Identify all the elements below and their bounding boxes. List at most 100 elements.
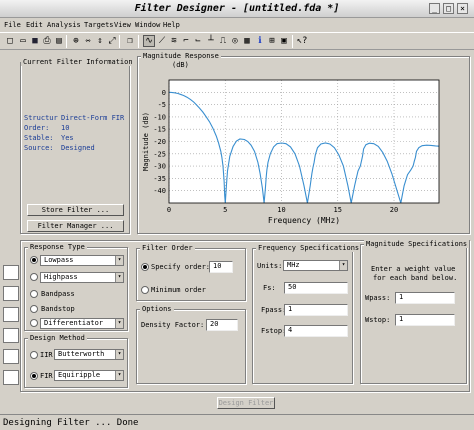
fs-input[interactable]: 50: [284, 282, 348, 294]
menu-window[interactable]: Window: [135, 21, 160, 29]
specify-order-radio[interactable]: [141, 263, 149, 271]
coefficients-icon[interactable]: ▦: [241, 35, 253, 47]
y-tick-label: -25: [153, 150, 166, 158]
lowpass-combo[interactable]: Lowpass ▾: [40, 255, 124, 266]
maximize-button[interactable]: □: [443, 3, 454, 14]
highpass-radio[interactable]: [30, 273, 38, 281]
title-bar: Filter Designer - [untitled.fda *] _ □ ×: [0, 0, 474, 18]
fir-radio[interactable]: [30, 372, 38, 380]
phase-delay-icon[interactable]: ⌙: [192, 35, 204, 47]
minimize-button[interactable]: _: [429, 3, 440, 14]
copy-icon[interactable]: ❐: [124, 35, 136, 47]
pole-zero-icon[interactable]: ◎: [229, 35, 241, 47]
import-side-icon[interactable]: [3, 328, 19, 343]
magnitude-phase-icon[interactable]: ≋: [168, 35, 180, 47]
zoom-x-icon[interactable]: ⇿: [82, 35, 94, 47]
bandstop-label: Bandstop: [41, 305, 75, 313]
phase-icon[interactable]: ⟋: [156, 35, 168, 47]
bandstop-radio[interactable]: [30, 305, 38, 313]
fir-method-combo[interactable]: Equiripple ▾: [54, 370, 124, 381]
structure-value: Direct-Form FIR: [61, 114, 125, 122]
specify-order-label: Specify order:: [151, 263, 211, 271]
magnitude-subtitle: (dB): [172, 61, 189, 69]
store-filter-button[interactable]: Store Filter ...: [27, 204, 124, 216]
y-axis-label: Magnitude (dB): [142, 112, 150, 171]
bandpass-radio[interactable]: [30, 290, 38, 298]
wstop-label: Wstop:: [365, 316, 391, 324]
filter-manager-button[interactable]: Filter Manager ...: [27, 220, 124, 232]
zoom-in-icon[interactable]: ⊕: [70, 35, 82, 47]
quantization-icon[interactable]: ⊞: [266, 35, 278, 47]
magnitude-response-title: Magnitude Response: [141, 52, 221, 60]
chevron-down-icon: ▾: [115, 256, 123, 265]
zoom-y-icon[interactable]: ⇕: [94, 35, 106, 47]
save-icon[interactable]: ■: [29, 35, 41, 47]
options-title: Options: [140, 305, 174, 313]
information-icon[interactable]: ℹ: [254, 35, 266, 47]
iir-radio[interactable]: [30, 351, 38, 359]
source-value: Designed: [61, 144, 95, 152]
chevron-down-icon: ▾: [115, 319, 123, 328]
whats-this-icon[interactable]: ↖?: [296, 35, 308, 47]
status-bar: Designing Filter ... Done: [0, 414, 474, 430]
response-type-title: Response Type: [28, 243, 87, 251]
wpass-label: Wpass:: [365, 294, 391, 302]
menu-targets[interactable]: Targets: [84, 21, 114, 29]
step-response-icon[interactable]: ⎍: [217, 35, 229, 47]
magnitude-icon[interactable]: ∿: [143, 35, 155, 47]
lowpass-radio[interactable]: [30, 256, 38, 264]
order-label: Order:: [24, 124, 50, 132]
x-axis-label: Frequency (MHz): [268, 216, 340, 225]
quantization-side-icon[interactable]: [3, 307, 19, 322]
fpass-input[interactable]: 1: [284, 304, 348, 316]
transform-side-icon[interactable]: [3, 286, 19, 301]
impulse-response-icon[interactable]: ┴: [205, 35, 217, 47]
bandpass-label: Bandpass: [41, 290, 75, 298]
minimum-order-radio[interactable]: [141, 286, 149, 294]
y-tick-label: 0: [162, 89, 166, 97]
chevron-down-icon: ▾: [115, 350, 123, 359]
weight-note-line1: Enter a weight value: [371, 265, 456, 273]
menu-view[interactable]: View: [114, 21, 131, 29]
new-file-icon[interactable]: □: [4, 35, 16, 47]
export-icon[interactable]: ▣: [278, 35, 290, 47]
fstop-input[interactable]: 4: [284, 325, 348, 337]
x-tick-label: 5: [223, 206, 227, 214]
x-tick-label: 10: [277, 206, 285, 214]
menu-edit[interactable]: Edit: [26, 21, 43, 29]
multirate-side-icon[interactable]: [3, 370, 19, 385]
units-label: Units:: [257, 262, 283, 270]
menu-bar: File Edit Analysis Targets View Window H…: [0, 18, 474, 32]
source-label: Source:: [24, 144, 54, 152]
wstop-input[interactable]: 1: [395, 314, 455, 326]
y-tick-label: -5: [158, 101, 166, 109]
y-tick-label: -15: [153, 126, 166, 134]
frequency-specs-title: Frequency Specifications: [256, 244, 362, 252]
print-preview-icon[interactable]: ▤: [53, 35, 65, 47]
fir-label: FIR: [40, 372, 53, 380]
menu-file[interactable]: File: [4, 21, 21, 29]
close-button[interactable]: ×: [457, 3, 468, 14]
menu-analysis[interactable]: Analysis: [47, 21, 81, 29]
chevron-down-icon: ▾: [115, 273, 123, 282]
pole-zero-side-icon[interactable]: [3, 349, 19, 364]
highpass-combo[interactable]: Highpass ▾: [40, 272, 124, 283]
group-delay-icon[interactable]: ⌐: [180, 35, 192, 47]
design-filter-button[interactable]: Design Filter: [217, 397, 275, 409]
wpass-input[interactable]: 1: [395, 292, 455, 304]
full-view-icon[interactable]: ⤢: [106, 35, 118, 47]
order-input[interactable]: 10: [209, 261, 233, 273]
print-icon[interactable]: ⎙: [41, 35, 53, 47]
differentiator-combo[interactable]: Differentiator ▾: [40, 318, 124, 329]
chevron-down-icon: ▾: [339, 261, 347, 270]
density-factor-input[interactable]: 20: [206, 319, 238, 331]
status-text: Designing Filter ... Done: [3, 418, 139, 428]
filter-design-side-icon[interactable]: [3, 265, 19, 280]
open-folder-icon[interactable]: ▭: [17, 35, 29, 47]
stable-value: Yes: [61, 134, 74, 142]
units-combo[interactable]: MHz ▾: [283, 260, 348, 271]
menu-help[interactable]: Help: [163, 21, 180, 29]
iir-method-combo[interactable]: Butterworth ▾: [54, 349, 124, 360]
fs-label: Fs:: [263, 284, 276, 292]
differentiator-radio[interactable]: [30, 319, 38, 327]
